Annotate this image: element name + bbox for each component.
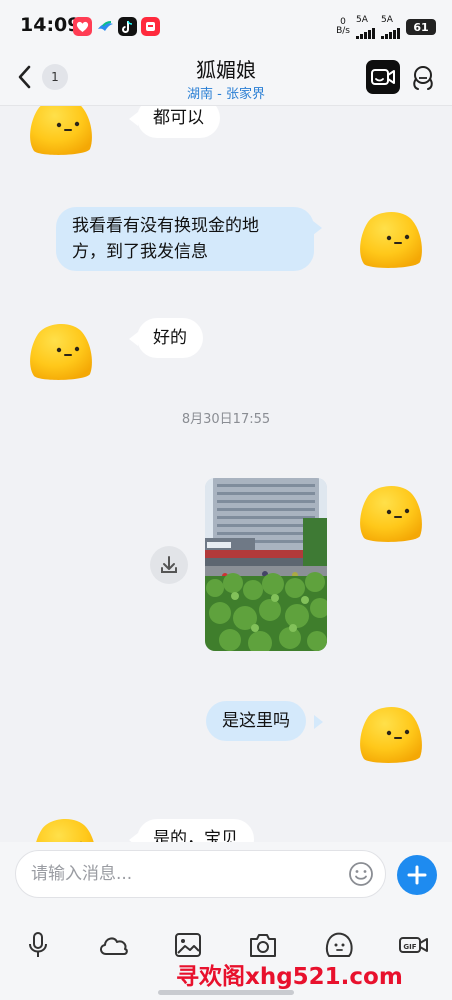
outgoing-message[interactable]: 我看看有没有换现金的地 方，到了我发信息 [56, 207, 314, 271]
tiktok-icon [118, 17, 137, 36]
voice-button[interactable] [22, 930, 54, 960]
net-speed-unit: B/s [336, 26, 350, 36]
bubble-tail [314, 715, 323, 729]
video-call-icon [371, 69, 395, 85]
more-actions-button[interactable] [397, 855, 437, 895]
chat-header: 1 狐媚娘 湖南 - 张家界 [0, 48, 452, 106]
bird-app-icon [96, 17, 115, 36]
cloud-button[interactable] [97, 930, 131, 960]
bottom-toolbar: GIF 寻欢阁xhg521.com [0, 914, 452, 1000]
sticker-button[interactable] [323, 930, 355, 960]
gif-button[interactable]: GIF [398, 930, 430, 960]
gif-icon: GIF [399, 937, 428, 953]
home-indicator[interactable] [158, 990, 294, 995]
incoming-message[interactable]: 好的 [137, 318, 203, 358]
red-app-icon [141, 17, 160, 36]
image-message[interactable] [205, 478, 327, 651]
message-line: 我看看有没有换现金的地 [72, 216, 259, 236]
my-avatar[interactable] [356, 478, 426, 544]
camera-button[interactable] [247, 930, 279, 960]
profile-button[interactable] [408, 62, 438, 92]
contact-avatar[interactable] [26, 106, 96, 157]
my-avatar[interactable] [356, 699, 426, 765]
battery-indicator: 61 [406, 19, 436, 35]
microphone-icon [29, 932, 47, 957]
emoji-button[interactable] [347, 860, 375, 888]
status-bar: 14:09 0 B/s 5A 5A 61 [0, 0, 452, 48]
signal-icon [356, 25, 375, 39]
sim1-label: 5A [356, 14, 368, 25]
incoming-message[interactable]: 都可以 [137, 106, 220, 138]
image-icon [175, 933, 201, 957]
sticker-face-icon [325, 932, 353, 957]
chat-messages[interactable]: 都可以 我看看有没有换现金的地 方，到了我发信息 好的 8月30日17:55 是… [0, 106, 452, 842]
status-time: 14:09 [20, 14, 81, 36]
message-timestamp: 8月30日17:55 [181, 412, 271, 427]
album-button[interactable] [172, 930, 204, 960]
incoming-message[interactable]: 是的，宝贝 [137, 819, 254, 842]
download-button[interactable] [150, 546, 188, 584]
message-line: 方，到了我发信息 [72, 242, 208, 262]
plus-icon [407, 865, 427, 885]
bubble-tail [313, 221, 322, 235]
message-input[interactable] [15, 850, 386, 898]
status-indicators: 0 B/s 5A 5A 61 [336, 14, 436, 39]
camera-icon [250, 934, 276, 957]
cloud-icon [100, 937, 128, 955]
video-call-button[interactable] [366, 60, 400, 94]
signal-icon [381, 25, 400, 39]
composer [0, 842, 452, 914]
my-avatar[interactable] [356, 204, 426, 270]
profile-icon [413, 66, 433, 90]
svg-text:GIF: GIF [403, 943, 416, 951]
watermark-text: 寻欢阁xhg521.com [176, 964, 403, 990]
contact-avatar[interactable] [30, 811, 100, 842]
outgoing-message[interactable]: 是这里吗 [206, 701, 306, 741]
download-icon [161, 556, 177, 573]
sim2-label: 5A [381, 14, 393, 25]
smiley-icon [349, 862, 373, 886]
contact-avatar[interactable] [26, 316, 96, 382]
heart-app-icon [73, 17, 92, 36]
